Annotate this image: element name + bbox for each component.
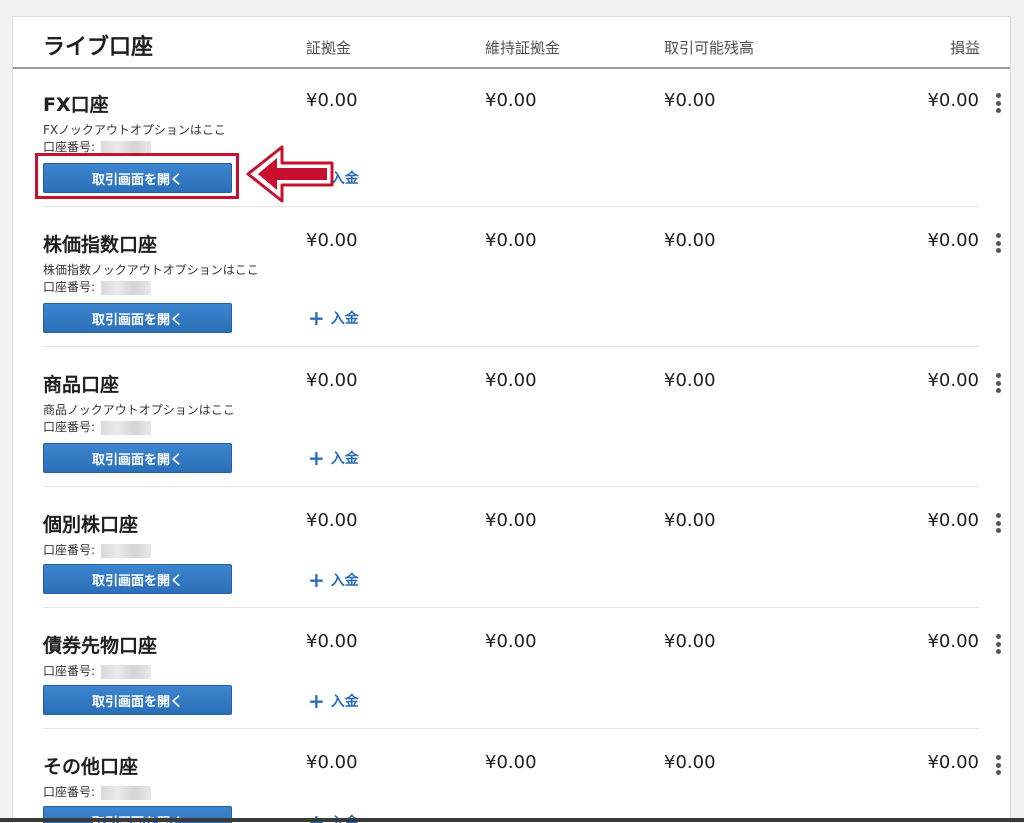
masked-account-number [101, 785, 152, 800]
plus-icon: + [308, 689, 325, 713]
account-number: 口座番号: [43, 541, 152, 558]
kebab-menu-icon[interactable] [995, 233, 1001, 253]
maintenance-margin-value: ¥0.00 [485, 90, 537, 111]
account-number-label: 口座番号: [43, 140, 96, 154]
account-number-label: 口座番号: [43, 420, 96, 434]
masked-account-number [101, 280, 152, 295]
account-number: 口座番号: [43, 278, 152, 295]
account-name: 株価指数口座 [43, 234, 158, 256]
profit-loss-value: ¥0.00 [927, 752, 979, 773]
masked-account-number [101, 543, 152, 558]
kebab-menu-icon[interactable] [995, 755, 1001, 775]
knockout-option-description: 株価指数ノックアウトオプションはここ [43, 263, 259, 277]
margin-value: ¥0.00 [306, 230, 358, 251]
profit-loss-value: ¥0.00 [927, 631, 979, 652]
window-bottom-edge [0, 818, 1024, 822]
deposit-link[interactable]: + 入金 [308, 448, 359, 468]
knockout-option-description: FXノックアウトオプションはここ [43, 123, 226, 137]
account-row-commodity: 商品口座 ¥0.00 ¥0.00 ¥0.00 ¥0.00 商品ノックアウトオプシ… [43, 370, 1001, 487]
account-name: 商品口座 [43, 374, 120, 396]
account-number: 口座番号: [43, 418, 152, 435]
margin-value: ¥0.00 [306, 370, 358, 391]
maintenance-margin-value: ¥0.00 [485, 510, 537, 531]
account-name: 債券先物口座 [43, 635, 158, 657]
annotation-highlight-box [35, 153, 239, 199]
margin-value: ¥0.00 [306, 631, 358, 652]
masked-account-number [101, 420, 152, 435]
available-balance-value: ¥0.00 [664, 752, 716, 773]
margin-value: ¥0.00 [306, 510, 358, 531]
open-trading-screen-button[interactable]: 取引画面を開く [43, 443, 232, 473]
kebab-menu-icon[interactable] [995, 513, 1001, 533]
column-header-margin: 証拠金 [306, 39, 352, 57]
deposit-link[interactable]: + 入金 [308, 308, 359, 328]
plus-icon: + [308, 306, 325, 330]
profit-loss-value: ¥0.00 [927, 230, 979, 251]
deposit-label: 入金 [330, 451, 359, 467]
available-balance-value: ¥0.00 [664, 510, 716, 531]
profit-loss-value: ¥0.00 [927, 90, 979, 111]
account-number: 口座番号: [43, 662, 152, 679]
masked-account-number [101, 664, 152, 679]
margin-value: ¥0.00 [306, 752, 358, 773]
column-header-maintenance-margin: 維持証拠金 [485, 39, 561, 57]
page-title: ライブ口座 [43, 35, 154, 60]
kebab-menu-icon[interactable] [995, 93, 1001, 113]
account-name: その他口座 [43, 756, 139, 778]
open-trading-screen-button[interactable]: 取引画面を開く [43, 685, 232, 715]
accounts-header: ライブ口座 証拠金 維持証拠金 取引可能残高 損益 [13, 17, 1010, 69]
deposit-link[interactable]: + 入金 [308, 691, 359, 711]
kebab-menu-icon[interactable] [995, 373, 1001, 393]
deposit-link[interactable]: + 入金 [308, 570, 359, 590]
maintenance-margin-value: ¥0.00 [485, 230, 537, 251]
account-name: FX口座 [43, 94, 109, 116]
account-name: 個別株口座 [43, 514, 139, 536]
kebab-menu-icon[interactable] [995, 634, 1001, 654]
plus-icon: + [308, 446, 325, 470]
knockout-option-description: 商品ノックアウトオプションはここ [43, 403, 235, 417]
account-number-label: 口座番号: [43, 543, 96, 557]
available-balance-value: ¥0.00 [664, 230, 716, 251]
column-header-available-balance: 取引可能残高 [664, 39, 755, 57]
open-trading-screen-button[interactable]: 取引画面を開く [43, 303, 232, 333]
available-balance-value: ¥0.00 [664, 90, 716, 111]
margin-value: ¥0.00 [306, 90, 358, 111]
account-row-stock: 個別株口座 ¥0.00 ¥0.00 ¥0.00 ¥0.00 口座番号: 取引画面… [43, 510, 1001, 608]
live-accounts-panel: ライブ口座 証拠金 維持証拠金 取引可能残高 損益 FX口座 ¥0.00 ¥0.… [12, 16, 1011, 823]
account-row-bond-futures: 債券先物口座 ¥0.00 ¥0.00 ¥0.00 ¥0.00 口座番号: 取引画… [43, 631, 1001, 729]
plus-icon: + [308, 568, 325, 592]
account-number-label: 口座番号: [43, 785, 96, 799]
deposit-label: 入金 [330, 573, 359, 589]
column-header-profit-loss: 損益 [949, 39, 980, 57]
profit-loss-value: ¥0.00 [927, 510, 979, 531]
account-row-other: その他口座 ¥0.00 ¥0.00 ¥0.00 ¥0.00 口座番号: 取引画面… [43, 752, 1001, 823]
deposit-label: 入金 [330, 311, 359, 327]
available-balance-value: ¥0.00 [664, 370, 716, 391]
account-number: 口座番号: [43, 783, 152, 800]
maintenance-margin-value: ¥0.00 [485, 752, 537, 773]
arrow-left-icon [246, 145, 334, 203]
maintenance-margin-value: ¥0.00 [485, 631, 537, 652]
account-number-label: 口座番号: [43, 280, 96, 294]
account-row-index: 株価指数口座 ¥0.00 ¥0.00 ¥0.00 ¥0.00 株価指数ノックアウ… [43, 230, 1001, 347]
available-balance-value: ¥0.00 [664, 631, 716, 652]
open-trading-screen-button[interactable]: 取引画面を開く [43, 564, 232, 594]
account-number-label: 口座番号: [43, 664, 96, 678]
profit-loss-value: ¥0.00 [927, 370, 979, 391]
deposit-label: 入金 [330, 694, 359, 710]
maintenance-margin-value: ¥0.00 [485, 370, 537, 391]
